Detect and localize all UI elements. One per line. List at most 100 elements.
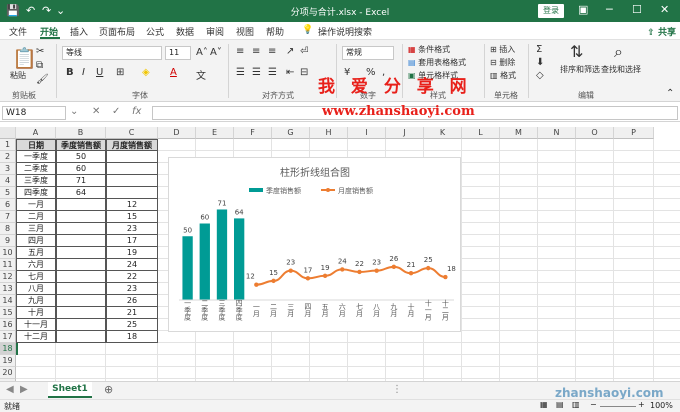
insert-function-button[interactable]: fx xyxy=(132,106,141,117)
tab-formulas[interactable]: 公式 xyxy=(146,25,164,38)
borders-icon[interactable]: ⊞ xyxy=(116,67,124,78)
table-cell[interactable]: 50 xyxy=(56,151,106,163)
format-cells-button[interactable]: ▥ 格式 xyxy=(490,70,516,81)
column-header[interactable]: L xyxy=(462,127,500,139)
line-point[interactable] xyxy=(374,268,379,273)
indent-icon[interactable]: ⇤ xyxy=(286,67,294,78)
table-cell[interactable]: 21 xyxy=(106,307,158,319)
format-painter-icon[interactable]: 🖌 xyxy=(36,74,49,85)
fill-color-icon[interactable]: ◈ xyxy=(142,67,150,78)
zoom-in-icon[interactable]: + xyxy=(638,400,645,409)
decrease-font-icon[interactable]: A˅ xyxy=(210,47,222,58)
table-cell[interactable] xyxy=(56,199,106,211)
share-button[interactable]: ⇪ 共享 xyxy=(647,25,676,38)
table-cell[interactable]: 四季度 xyxy=(16,187,56,199)
align-top-icon[interactable]: ≡ xyxy=(236,46,244,57)
line-point[interactable] xyxy=(426,265,431,271)
row-header[interactable]: 3 xyxy=(0,163,16,175)
column-header[interactable]: J xyxy=(386,127,424,139)
table-cell[interactable] xyxy=(106,163,158,175)
table-cell[interactable] xyxy=(106,151,158,163)
table-header-cell[interactable]: 季度销售额 xyxy=(56,139,106,151)
table-header-cell[interactable]: 月度销售额 xyxy=(106,139,158,151)
table-cell[interactable]: 九月 xyxy=(16,295,56,307)
row-header[interactable]: 6 xyxy=(0,199,16,211)
column-header[interactable]: M xyxy=(500,127,538,139)
column-header[interactable]: C xyxy=(106,127,158,139)
align-right-icon[interactable]: ☰ xyxy=(268,67,277,78)
combo-chart[interactable]: 柱形折线组合图 季度销售额 月度销售额 50 60 71 64 12 15 23 17 19 24 2… xyxy=(168,157,461,332)
line-point[interactable] xyxy=(254,282,259,287)
column-header[interactable]: P xyxy=(614,127,654,139)
tab-file[interactable]: 文件 xyxy=(9,25,27,38)
align-left-icon[interactable]: ☰ xyxy=(236,67,245,78)
table-format-button[interactable]: ▤ 套用表格格式 xyxy=(408,57,466,68)
table-cell[interactable]: 二季度 xyxy=(16,163,56,175)
cut-icon[interactable]: ✂ xyxy=(36,46,44,57)
prev-sheet-icon[interactable]: ◀ xyxy=(6,384,14,395)
column-header[interactable]: N xyxy=(538,127,576,139)
font-size-select[interactable]: 11 xyxy=(165,46,191,60)
row-header[interactable]: 8 xyxy=(0,223,16,235)
column-header[interactable]: D xyxy=(158,127,196,139)
line-point[interactable] xyxy=(408,271,414,276)
name-box-dropdown-icon[interactable]: ⌄ xyxy=(70,106,78,117)
insert-cells-button[interactable]: ⊞ 插入 xyxy=(490,44,515,55)
bar[interactable] xyxy=(216,209,228,300)
column-header[interactable]: E xyxy=(196,127,234,139)
line-point[interactable] xyxy=(271,278,276,284)
table-cell[interactable]: 23 xyxy=(106,283,158,295)
bar[interactable] xyxy=(182,236,193,300)
table-cell[interactable]: 一季度 xyxy=(16,151,56,163)
table-cell[interactable]: 24 xyxy=(106,259,158,271)
row-header[interactable]: 7 xyxy=(0,211,16,223)
table-cell[interactable] xyxy=(56,223,106,235)
table-cell[interactable]: 18 xyxy=(106,331,158,343)
lightbulb-icon[interactable]: 💡 xyxy=(302,25,313,35)
page-break-view-icon[interactable]: ▥ xyxy=(572,400,580,409)
table-header-cell[interactable]: 日期 xyxy=(16,139,56,151)
row-header[interactable]: 20 xyxy=(0,367,16,379)
delete-cells-button[interactable]: ⊟ 删除 xyxy=(490,57,515,68)
table-cell[interactable]: 十二月 xyxy=(16,331,56,343)
line-point[interactable] xyxy=(357,269,362,275)
row-header[interactable]: 14 xyxy=(0,295,16,307)
table-cell[interactable]: 15 xyxy=(106,211,158,223)
zoom-out-icon[interactable]: − xyxy=(590,400,597,409)
table-cell[interactable]: 60 xyxy=(56,163,106,175)
ribbon-display-icon[interactable]: ▣ xyxy=(578,3,588,16)
column-header[interactable]: I xyxy=(348,127,386,139)
tab-help[interactable]: 帮助 xyxy=(266,25,284,38)
conditional-format-button[interactable]: ▦ 条件格式 xyxy=(408,44,450,55)
table-cell[interactable] xyxy=(106,187,158,199)
row-header[interactable]: 13 xyxy=(0,283,16,295)
increase-font-icon[interactable]: A˄ xyxy=(196,47,208,58)
underline-icon[interactable]: U xyxy=(96,67,103,78)
table-cell[interactable]: 十一月 xyxy=(16,319,56,331)
row-header[interactable]: 17 xyxy=(0,331,16,343)
table-cell[interactable] xyxy=(56,319,106,331)
bold-icon[interactable]: B xyxy=(66,67,74,78)
table-cell[interactable] xyxy=(56,211,106,223)
sort-filter-button[interactable]: 排序和筛选 xyxy=(560,64,600,75)
page-layout-view-icon[interactable]: ▤ xyxy=(556,400,564,409)
table-cell[interactable]: 三月 xyxy=(16,223,56,235)
row-header[interactable]: 16 xyxy=(0,319,16,331)
bar[interactable] xyxy=(234,218,245,300)
wrap-text-icon[interactable]: ⏎ xyxy=(300,46,308,57)
table-cell[interactable]: 五月 xyxy=(16,247,56,259)
row-header[interactable]: 12 xyxy=(0,271,16,283)
font-color-icon[interactable]: A xyxy=(170,67,177,78)
table-cell[interactable] xyxy=(56,235,106,247)
zoom-slider[interactable] xyxy=(600,406,636,407)
table-cell[interactable]: 一月 xyxy=(16,199,56,211)
table-cell[interactable] xyxy=(106,175,158,187)
table-cell[interactable]: 26 xyxy=(106,295,158,307)
maximize-icon[interactable]: ☐ xyxy=(632,3,642,16)
row-header[interactable]: 11 xyxy=(0,259,16,271)
row-header[interactable]: 9 xyxy=(0,235,16,247)
add-sheet-icon[interactable]: ⊕ xyxy=(104,383,113,396)
align-bottom-icon[interactable]: ≡ xyxy=(268,46,276,57)
select-all-corner[interactable] xyxy=(0,127,16,139)
row-header[interactable]: 10 xyxy=(0,247,16,259)
